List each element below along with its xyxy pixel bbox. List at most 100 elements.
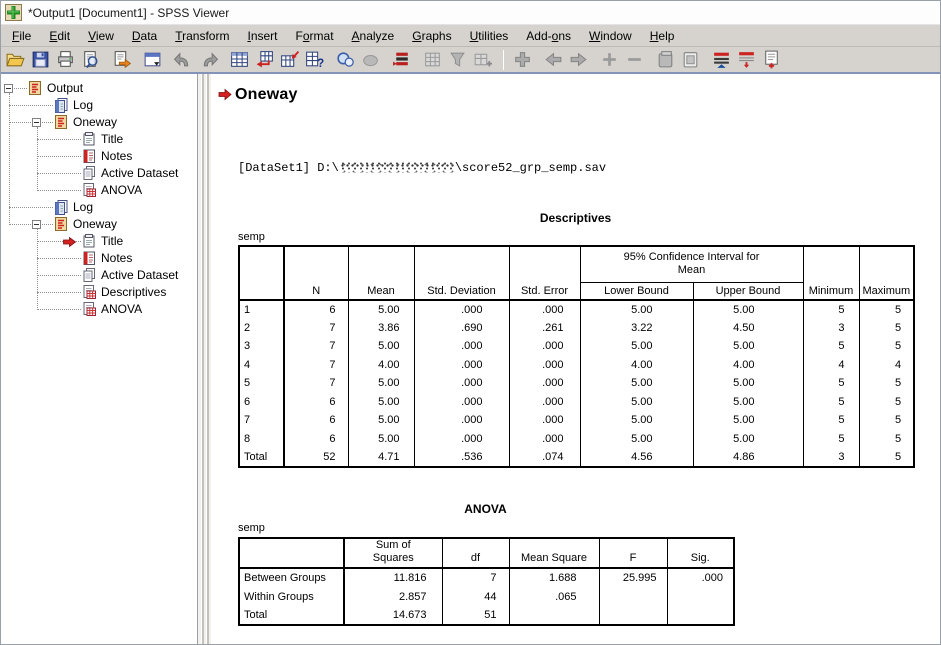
menu-item-transform[interactable]: Transform <box>166 27 238 45</box>
tree-item-active-dataset[interactable]: Active Dataset <box>1 165 197 182</box>
cell: 5.00 <box>348 337 414 356</box>
tree-connector <box>9 207 53 208</box>
toolbar-group <box>171 48 221 71</box>
cell: 5.00 <box>348 411 414 430</box>
weight-cases-button[interactable] <box>470 48 495 71</box>
menu-item-edit[interactable]: Edit <box>40 27 79 45</box>
show-button[interactable] <box>653 48 678 71</box>
recall-dialog-button[interactable] <box>140 48 165 71</box>
expand-button[interactable] <box>597 48 622 71</box>
goto-data-button[interactable] <box>227 48 252 71</box>
row-label: 5 <box>239 374 284 393</box>
viewer-content: OutputLogOnewayTitleNotesActive DatasetA… <box>1 74 940 645</box>
find-button[interactable] <box>333 48 358 71</box>
tree-item-descriptives[interactable]: Descriptives <box>1 284 197 301</box>
arrow-right-icon <box>568 49 589 70</box>
cell: 25.995 <box>599 568 667 587</box>
tree-item-notes[interactable]: Notes <box>1 148 197 165</box>
table-grid-icon <box>81 301 97 317</box>
tree-expander-collapse[interactable] <box>32 118 41 127</box>
variables-button[interactable]: ? <box>302 48 327 71</box>
cell: 5.00 <box>580 374 693 393</box>
open-output-button[interactable] <box>3 48 28 71</box>
cell: 5.00 <box>693 337 803 356</box>
menu-item-file[interactable]: File <box>3 27 40 45</box>
cell: .000 <box>414 300 509 319</box>
menu-item-help[interactable]: Help <box>641 27 684 45</box>
outline-pane: OutputLogOnewayTitleNotesActive DatasetA… <box>1 74 198 645</box>
promote-button[interactable] <box>541 48 566 71</box>
notes-red-icon <box>81 148 97 164</box>
find-next-button[interactable] <box>358 48 383 71</box>
undo-button[interactable] <box>171 48 196 71</box>
folder-open-icon <box>5 49 26 70</box>
pane-splitter[interactable] <box>198 74 211 645</box>
print-button[interactable] <box>53 48 78 71</box>
table-row: 375.00.000.0005.005.0055 <box>239 337 914 356</box>
goto-case-button[interactable] <box>252 48 277 71</box>
cell: 5 <box>859 319 914 338</box>
export-output-button[interactable] <box>109 48 134 71</box>
designate-window-button[interactable] <box>420 48 445 71</box>
menu-item-graphs[interactable]: Graphs <box>403 27 460 45</box>
demote-button[interactable] <box>566 48 591 71</box>
tree-item-title[interactable]: Title <box>1 233 197 250</box>
column-header-f: F <box>599 538 667 568</box>
dataset-log-line[interactable]: [DataSet1] D:\\score52_grp_semp.sav <box>238 161 606 175</box>
tree-item-label: Title <box>101 234 123 248</box>
print-preview-button[interactable] <box>78 48 103 71</box>
menu-item-analyze[interactable]: Analyze <box>343 27 404 45</box>
anova-table[interactable]: Sum of SquaresdfMean SquareFSig.Between … <box>238 537 735 626</box>
tree-item-output[interactable]: Output <box>1 80 197 97</box>
tree-item-log[interactable]: Log <box>1 97 197 114</box>
tree-item-notes[interactable]: Notes <box>1 250 197 267</box>
descriptives-variable-label: semp <box>238 231 265 243</box>
tree-expander-collapse[interactable] <box>4 84 13 93</box>
tree-item-title[interactable]: Title <box>1 131 197 148</box>
cell <box>599 606 667 625</box>
column-header-sum-of-squares: Sum of Squares <box>344 538 442 568</box>
insert-heading-button[interactable] <box>709 48 734 71</box>
cell: 4.56 <box>580 448 693 467</box>
use-variable-sets-button[interactable] <box>389 48 414 71</box>
collapse-button[interactable] <box>622 48 647 71</box>
insert-cases-button[interactable] <box>277 48 302 71</box>
insert-title-button[interactable] <box>734 48 759 71</box>
cell: .000 <box>509 300 580 319</box>
menu-item-insert[interactable]: Insert <box>238 27 286 45</box>
tree-item-anova[interactable]: ANOVA <box>1 301 197 318</box>
menu-item-utilities[interactable]: Utilities <box>461 27 518 45</box>
menu-item-view[interactable]: View <box>79 27 123 45</box>
tree-item-label: Oneway <box>73 217 117 231</box>
save-output-button[interactable] <box>28 48 53 71</box>
select-last-output-button[interactable] <box>510 48 535 71</box>
sets-red-icon <box>391 49 412 70</box>
cell: 5.00 <box>348 300 414 319</box>
tree-connector <box>9 105 53 106</box>
menu-item-format[interactable]: Format <box>287 27 343 45</box>
toolbar-group <box>510 48 535 71</box>
cell: 5.00 <box>580 430 693 449</box>
hide-button[interactable] <box>678 48 703 71</box>
menu-item-add-ons[interactable]: Add-ons <box>517 27 580 45</box>
tree-item-oneway[interactable]: Oneway <box>1 114 197 131</box>
insert-text-button[interactable] <box>759 48 784 71</box>
tree-item-anova[interactable]: ANOVA <box>1 182 197 199</box>
tree-expander-collapse[interactable] <box>32 220 41 229</box>
cell: 5.00 <box>693 393 803 412</box>
row-label: 8 <box>239 430 284 449</box>
descriptives-table[interactable]: NMeanStd. DeviationStd. Error95% Confide… <box>238 245 915 468</box>
tree-item-active-dataset[interactable]: Active Dataset <box>1 267 197 284</box>
tree-item-log[interactable]: Log <box>1 199 197 216</box>
cell: 4.00 <box>693 356 803 375</box>
page-magnifier-icon <box>80 49 101 70</box>
split-file-button[interactable] <box>445 48 470 71</box>
menu-item-window[interactable]: Window <box>580 27 641 45</box>
tree-item-oneway[interactable]: Oneway <box>1 216 197 233</box>
redo-button[interactable] <box>196 48 221 71</box>
menu-item-data[interactable]: Data <box>123 27 166 45</box>
cell: 5 <box>803 430 859 449</box>
cell: 3.86 <box>348 319 414 338</box>
toolbar-group <box>333 48 383 71</box>
tree-connector <box>37 190 81 191</box>
